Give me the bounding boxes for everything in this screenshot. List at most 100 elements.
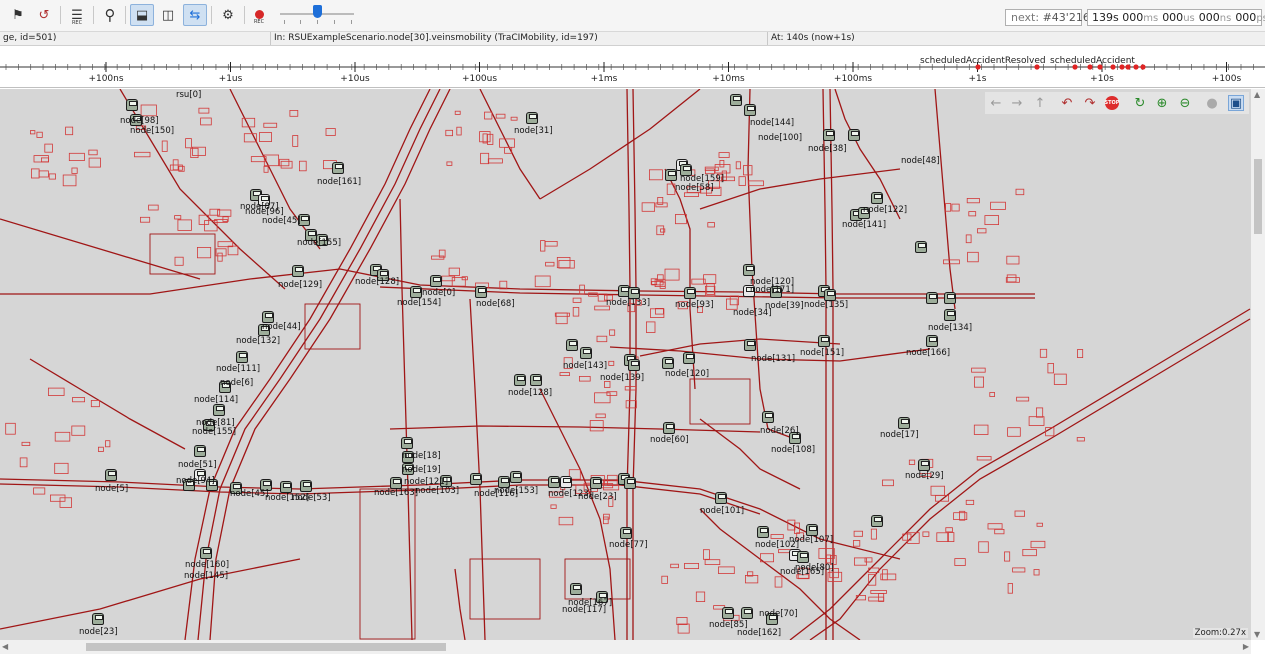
vehicle-icon[interactable] (92, 613, 104, 625)
vehicle-icon[interactable] (213, 404, 225, 416)
forward-arrow-icon[interactable]: → (1009, 95, 1025, 111)
vehicle-icon[interactable] (757, 526, 769, 538)
vehicle-icon[interactable] (628, 359, 640, 371)
vehicle-icon[interactable] (744, 339, 756, 351)
split-vertical-icon[interactable]: ◫ (156, 4, 180, 26)
finish-flag-icon[interactable]: ⚑ (6, 4, 30, 26)
vehicle-label: node[114] (194, 395, 239, 405)
map-canvas[interactable]: rsu[0] node[98] node[150] node[31] node[161]… (0, 89, 1251, 640)
vehicle-icon[interactable] (818, 335, 830, 347)
vehicle-icon[interactable] (741, 607, 753, 619)
vehicle-icon[interactable] (548, 476, 560, 488)
vehicle-icon[interactable] (570, 583, 582, 595)
animation-arrows-icon[interactable]: ⇆ (183, 4, 207, 26)
vehicle-icon[interactable] (560, 476, 572, 488)
vehicle-icon[interactable] (684, 287, 696, 299)
scroll-right-arrow-icon[interactable]: ▶ (1243, 642, 1249, 651)
vehicle-icon[interactable] (200, 547, 212, 559)
vehicle-icon[interactable] (918, 459, 930, 471)
vehicle-icon[interactable] (105, 469, 117, 481)
vehicle-label: node[150] (130, 126, 175, 136)
vehicle-icon[interactable] (848, 129, 860, 141)
horizontal-scroll-thumb[interactable] (86, 643, 446, 651)
vehicle-icon[interactable] (280, 481, 292, 493)
vehicle-icon[interactable] (730, 94, 742, 106)
vehicle-icon[interactable] (926, 292, 938, 304)
vehicle-icon[interactable] (926, 335, 938, 347)
vehicle-icon[interactable] (715, 492, 727, 504)
building (292, 135, 299, 147)
filter-sliders-icon[interactable]: ☰ REC (65, 4, 89, 26)
scroll-down-arrow-icon[interactable]: ▼ (1254, 630, 1260, 639)
vehicle-icon[interactable] (590, 477, 602, 489)
vehicle-icon[interactable] (898, 417, 910, 429)
building (646, 321, 656, 333)
vehicle-icon[interactable] (194, 445, 206, 457)
vehicle-icon[interactable] (510, 471, 522, 483)
vehicle-icon[interactable] (470, 473, 482, 485)
gear-icon[interactable]: ⚙ (216, 4, 240, 26)
vehicle-icon[interactable] (126, 99, 138, 111)
layers-icon[interactable]: ● (1204, 95, 1220, 111)
zoom-out-icon[interactable]: ⊖ (1177, 95, 1193, 111)
building (922, 531, 930, 537)
vehicle-icon[interactable] (683, 352, 695, 364)
step-icon[interactable]: ↶ (1059, 95, 1075, 111)
building (484, 111, 493, 120)
vehicle-icon[interactable] (566, 339, 578, 351)
vehicle-icon[interactable] (915, 241, 927, 253)
zoom-in-icon[interactable]: ⊕ (1154, 95, 1170, 111)
vehicle-icon[interactable] (410, 286, 422, 298)
vehicle-icon[interactable] (797, 551, 809, 563)
building (558, 516, 574, 526)
vertical-scroll-thumb[interactable] (1254, 159, 1262, 234)
vertical-scrollbar[interactable]: ▲ ▼ (1251, 89, 1265, 640)
vehicle-icon[interactable] (823, 129, 835, 141)
vehicle-icon[interactable] (300, 480, 312, 492)
vehicle-icon[interactable] (662, 357, 674, 369)
vehicle-icon[interactable] (871, 515, 883, 527)
vehicle-icon[interactable] (744, 104, 756, 116)
vehicle-icon[interactable] (475, 286, 487, 298)
vehicle-icon[interactable] (663, 422, 675, 434)
vehicle-icon[interactable] (430, 275, 442, 287)
vehicle-icon[interactable] (514, 374, 526, 386)
building (882, 569, 888, 581)
back-arrow-icon[interactable]: ← (988, 95, 1004, 111)
scroll-up-arrow-icon[interactable]: ▲ (1254, 90, 1260, 99)
vehicle-icon[interactable] (236, 351, 248, 363)
building (44, 143, 53, 153)
up-arrow-icon[interactable]: ↑ (1032, 95, 1048, 111)
display-mode-icon[interactable]: ▣ (1228, 95, 1244, 111)
vehicle-icon[interactable] (526, 112, 538, 124)
horizontal-scrollbar[interactable]: ◀ ▶ (0, 640, 1251, 654)
run-icon[interactable]: ↷ (1082, 95, 1098, 111)
vehicle-icon[interactable] (401, 437, 413, 449)
vehicle-icon[interactable] (944, 292, 956, 304)
vehicle-icon[interactable] (624, 477, 636, 489)
vehicle-icon[interactable] (665, 169, 677, 181)
vehicle-icon[interactable] (530, 374, 542, 386)
magnifier-icon[interactable]: ⚲ (98, 4, 122, 26)
vehicle-icon[interactable] (871, 192, 883, 204)
building (572, 306, 580, 317)
vehicle-icon[interactable] (332, 162, 344, 174)
vehicle-label: node[129] (278, 280, 323, 290)
refresh-icon[interactable]: ↻ (1132, 95, 1148, 111)
record-icon[interactable]: REC (247, 3, 271, 25)
speed-slider-thumb[interactable] (313, 5, 322, 18)
building (971, 367, 986, 373)
split-horizontal-icon[interactable]: ⬓ (130, 4, 154, 26)
vehicle-icon[interactable] (743, 264, 755, 276)
vehicle-icon[interactable] (580, 347, 592, 359)
vehicle-icon[interactable] (620, 527, 632, 539)
scroll-left-arrow-icon[interactable]: ◀ (2, 642, 8, 651)
vehicle-icon[interactable] (292, 265, 304, 277)
vehicle-icon[interactable] (944, 309, 956, 321)
building (870, 528, 877, 540)
rebuild-network-icon[interactable]: ↺ (32, 4, 56, 26)
event-timeline[interactable]: +100ns +1us +10us +100us +1ms +10ms +100ms +1s +… (0, 47, 1265, 88)
stop-icon[interactable]: STOP (1104, 95, 1120, 111)
vehicle-icon[interactable] (722, 607, 734, 619)
vehicle-icon[interactable] (762, 411, 774, 423)
